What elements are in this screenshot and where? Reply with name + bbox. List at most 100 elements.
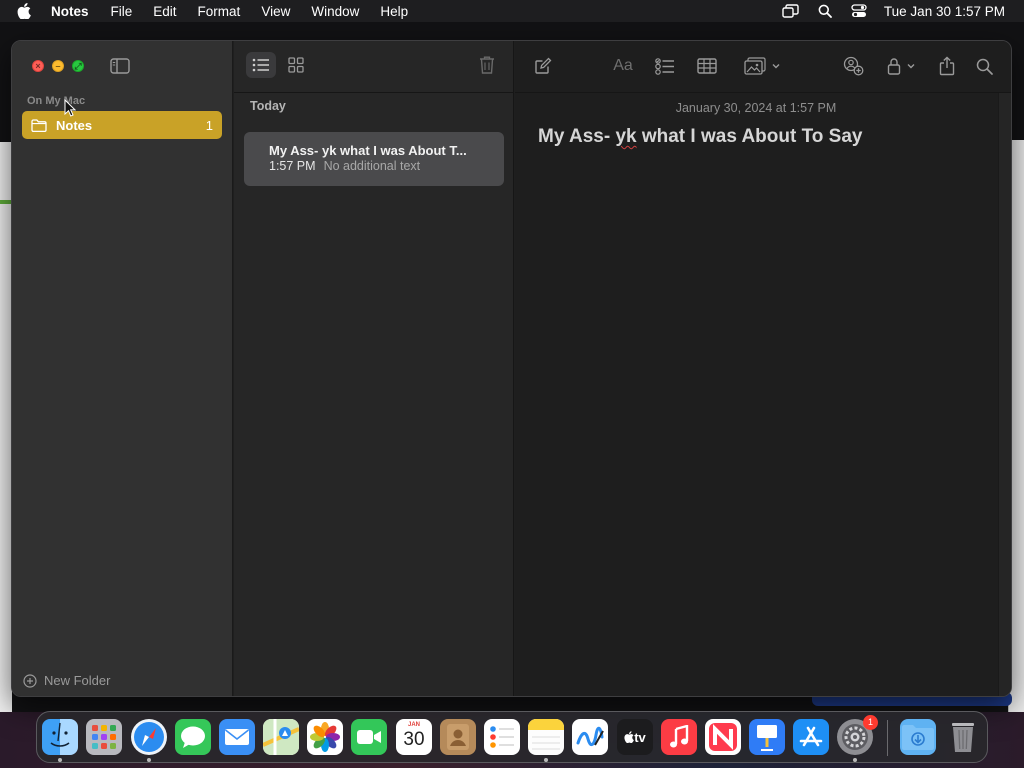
- trash-icon: [952, 723, 974, 752]
- chevron-down-icon: [907, 64, 915, 69]
- reminders-icon: [490, 726, 514, 748]
- note-item-title: My Ass- yk what I was About T...: [269, 143, 467, 158]
- dock-app-store[interactable]: [793, 719, 829, 755]
- menu-edit[interactable]: Edit: [153, 4, 176, 19]
- mouse-pointer-icon: [64, 98, 77, 117]
- notes-app-icon: [528, 719, 564, 750]
- control-center-icon[interactable]: [850, 4, 868, 18]
- checklist-icon: [655, 57, 674, 75]
- table-button[interactable]: [696, 56, 718, 76]
- window-minimize-button[interactable]: –: [52, 60, 64, 72]
- dock-mail[interactable]: [219, 719, 255, 755]
- calendar-month: JAN: [407, 722, 420, 728]
- finder-icon: [50, 722, 70, 747]
- menu-help[interactable]: Help: [380, 4, 408, 19]
- compose-icon: [535, 57, 552, 74]
- menu-app-notes[interactable]: Notes: [51, 4, 89, 19]
- new-folder-button[interactable]: New Folder: [23, 673, 110, 688]
- search-icon: [976, 58, 993, 75]
- dock-running-indicator: [853, 758, 857, 762]
- media-menu-button[interactable]: [742, 56, 782, 76]
- menu-window[interactable]: Window: [311, 4, 359, 19]
- editor-toolbar: Aa: [515, 41, 1011, 93]
- dock-photos[interactable]: [307, 719, 343, 755]
- screen-mirroring-icon[interactable]: [782, 4, 800, 18]
- sidebar-folder-label: Notes: [56, 117, 93, 133]
- note-heading-end: what I was About To Say: [636, 126, 863, 147]
- dock-reminders[interactable]: [484, 719, 520, 755]
- sidebar-folder-count: 1: [205, 117, 213, 133]
- window-close-button[interactable]: ×: [32, 60, 44, 72]
- tv-apple-icon: [624, 731, 635, 743]
- photos-icon: [310, 722, 340, 752]
- calendar-day: 30: [403, 729, 425, 750]
- maps-icon: [263, 719, 299, 755]
- dock-maps[interactable]: [263, 719, 299, 755]
- note-timestamp: January 30, 2024 at 1:57 PM: [675, 101, 837, 115]
- dock-safari[interactable]: [131, 719, 167, 755]
- section-label-on-my-mac: On My Mac: [27, 95, 86, 107]
- dock-news[interactable]: [705, 719, 741, 755]
- tv-label: tv: [634, 729, 646, 745]
- dock-notes[interactable]: [528, 719, 564, 755]
- close-icon: ×: [35, 61, 41, 71]
- note-item-meta: 1:57 PM No additional text: [269, 159, 420, 173]
- compose-note-button[interactable]: [532, 56, 554, 76]
- menu-view[interactable]: View: [261, 4, 290, 19]
- window-zoom-button[interactable]: ⤢: [72, 60, 84, 72]
- dock-launchpad[interactable]: [86, 719, 122, 755]
- dock-trash[interactable]: [945, 719, 981, 755]
- list-icon: [252, 58, 269, 72]
- dock-messages[interactable]: [175, 719, 211, 755]
- note-heading-start: My Ass-: [538, 126, 616, 147]
- dock-running-indicator: [58, 758, 62, 762]
- search-button[interactable]: [973, 56, 995, 76]
- spotlight-search-icon[interactable]: [816, 4, 834, 18]
- gallery-view-button[interactable]: [281, 52, 311, 78]
- note-editor-pane: Aa January 30, 2024 at 1:57 PM My Ass- y…: [515, 41, 1011, 696]
- folders-sidebar: × – ⤢ On My Mac Notes 1 New Folder: [12, 41, 233, 696]
- note-list-item[interactable]: My Ass- yk what I was About T... 1:57 PM…: [244, 132, 504, 186]
- sidebar-folder-notes[interactable]: Notes 1: [22, 111, 222, 139]
- share-button[interactable]: [936, 56, 958, 76]
- photo-icon: [744, 57, 766, 75]
- menubar-clock[interactable]: Tue Jan 30 1:57 PM: [884, 4, 1005, 19]
- checklist-button[interactable]: [654, 56, 676, 76]
- lock-icon: [887, 58, 901, 75]
- misspelled-word[interactable]: yk: [615, 126, 636, 147]
- lock-menu-button[interactable]: [883, 56, 919, 76]
- collaborate-button[interactable]: [842, 56, 864, 76]
- dock-freeform[interactable]: [572, 719, 608, 755]
- dock-tv[interactable]: tv: [617, 719, 653, 755]
- menu-format[interactable]: Format: [198, 4, 241, 19]
- chevron-down-icon: [772, 64, 780, 69]
- safari-icon: [134, 722, 164, 752]
- list-view-button[interactable]: [246, 52, 276, 78]
- news-icon: [709, 723, 737, 751]
- dock-contacts[interactable]: [440, 719, 476, 755]
- menu-file[interactable]: File: [111, 4, 133, 19]
- apple-menu-icon[interactable]: [17, 3, 37, 19]
- sidebar-toggle-icon[interactable]: [110, 58, 130, 74]
- note-body-editor[interactable]: My Ass- yk what I was About To Say: [538, 126, 863, 148]
- text-format-button[interactable]: Aa: [612, 56, 634, 76]
- dock-downloads-folder[interactable]: [900, 719, 936, 755]
- note-list-toolbar: [234, 41, 514, 93]
- mail-icon: [225, 729, 249, 745]
- dock-calendar[interactable]: JAN 30: [396, 719, 432, 755]
- dock-finder[interactable]: [42, 719, 78, 755]
- music-icon: [670, 725, 689, 748]
- minimize-icon: –: [55, 61, 61, 71]
- plus-circle-icon: [23, 673, 37, 688]
- dock-facetime[interactable]: [351, 719, 387, 755]
- launchpad-icon: [92, 725, 116, 749]
- menu-bar: Notes File Edit Format View Window Help …: [0, 0, 1024, 22]
- dock-running-indicator: [147, 758, 151, 762]
- text-format-icon: Aa: [613, 57, 633, 74]
- new-folder-label: New Folder: [44, 673, 111, 688]
- dock-separator: [887, 720, 888, 756]
- delete-note-button[interactable]: [478, 55, 498, 77]
- editor-scrollbar[interactable]: [998, 93, 1011, 696]
- dock-music[interactable]: [661, 719, 697, 755]
- dock-keynote[interactable]: [749, 719, 785, 755]
